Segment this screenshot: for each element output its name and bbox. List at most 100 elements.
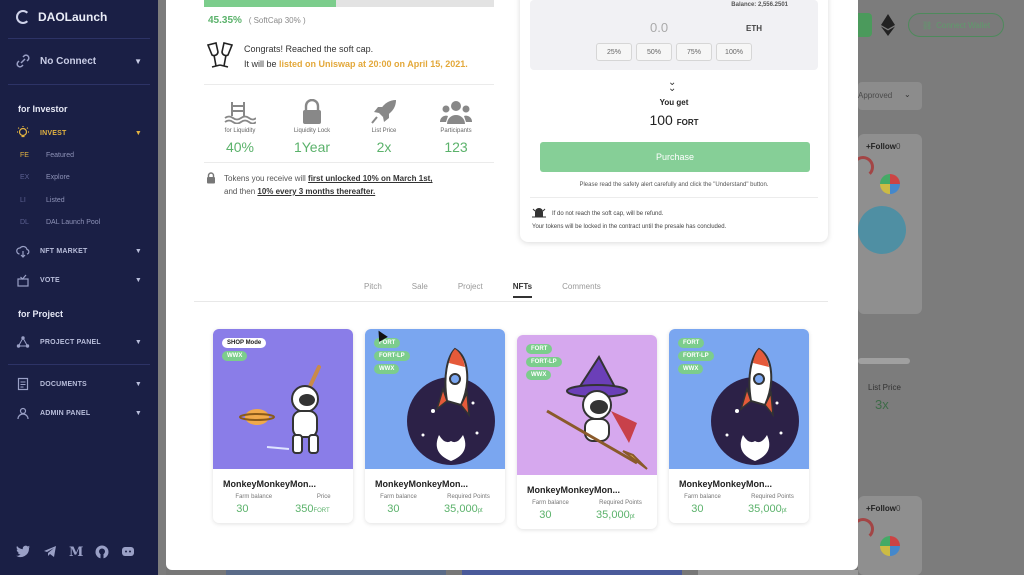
tab-project[interactable]: Project	[458, 282, 483, 298]
background-card-strip	[462, 570, 682, 575]
admin-icon	[16, 406, 30, 420]
list-price-value: 3x	[875, 397, 889, 412]
nft-unit: pt	[781, 508, 787, 514]
cheers-icon	[204, 42, 236, 70]
stat-value: 123	[444, 139, 468, 155]
nft-labels: Farm balance Required Points	[365, 494, 505, 500]
subitem-label: Listed	[46, 197, 65, 204]
progress-percent: 45.35% ( SoftCap 30% )	[208, 15, 306, 26]
link-icon	[16, 54, 30, 68]
nft-card[interactable]: FORT FORT-LP WWX MonkeyMonkeyMon... Farm…	[669, 329, 809, 523]
unlock-recurring: 10% every 3 months thereafter.	[257, 187, 376, 196]
nft-value-b: 35,000	[444, 503, 478, 515]
nft-values: 30 35,000pt	[365, 503, 505, 523]
nft-name: MonkeyMonkeyMon...	[679, 479, 773, 489]
chevron-down-icon: ▼	[134, 56, 142, 66]
project-tabs: Pitch Sale Project NFTs Comments	[364, 282, 601, 298]
nft-label-a: Farm balance	[235, 494, 273, 500]
subitem-abbr: EX	[20, 174, 30, 181]
tab-nfts[interactable]: NFTs	[512, 282, 533, 298]
subitem-label: Explore	[46, 174, 70, 181]
twitter-icon[interactable]	[16, 545, 31, 562]
sidebar-item-documents[interactable]: DOCUMENTS ▼	[16, 377, 142, 391]
sidebar-item-project-panel[interactable]: PROJECT PANEL ▼	[16, 335, 142, 349]
sidebar-item-vote[interactable]: VOTE ▼	[16, 273, 142, 287]
participants-icon	[420, 98, 492, 126]
tab-comments[interactable]: Comments	[562, 282, 601, 298]
stat-list-price: List Price 2x	[348, 98, 420, 155]
stat-value: 40%	[225, 139, 255, 155]
nft-card[interactable]: FORT FORT-LP WWX MonkeyMonkeyMon... Farm…	[365, 329, 505, 523]
amount-input[interactable]: 0.0	[650, 20, 668, 35]
approved-label: Approved	[858, 91, 893, 100]
sidebar-item-invest[interactable]: INVEST ▼	[16, 126, 142, 140]
stat-liquidity-lock: Liquidity Lock 1Year	[276, 98, 348, 155]
percent-100-button[interactable]: 100%	[716, 43, 752, 61]
stat-label: for Liquidity	[224, 128, 256, 134]
sidebar-subitem-listed[interactable]: LI Listed	[20, 197, 65, 204]
nft-unit: FORT	[313, 508, 330, 514]
github-icon[interactable]	[95, 545, 109, 562]
nft-image: SHOP Mode WWX	[213, 329, 353, 469]
ethereum-icon	[881, 14, 895, 41]
follow-count: 0	[896, 504, 901, 513]
background-card-strip	[226, 570, 446, 575]
pie-avatar-icon	[880, 536, 900, 556]
purchase-button[interactable]: Purchase	[540, 142, 810, 172]
sidebar-item-admin-panel[interactable]: ADMIN PANEL ▼	[16, 406, 142, 420]
sidebar-item-nft-market[interactable]: NFT MARKET ▼	[16, 244, 142, 258]
section-project: for Project	[18, 309, 64, 319]
tab-pitch[interactable]: Pitch	[364, 282, 382, 298]
nft-label-a: Farm balance	[380, 494, 417, 500]
lightbulb-icon	[16, 126, 30, 140]
follow-button: +Follow	[866, 142, 896, 151]
percent-25-button[interactable]: 25%	[596, 43, 632, 61]
background-button	[858, 13, 872, 37]
connect-wallet-button[interactable]: ⛓ Connect Wallet	[908, 13, 1004, 37]
divider	[8, 38, 150, 39]
nft-image: FORT FORT-LP WWX	[517, 335, 657, 475]
telegram-icon[interactable]	[43, 545, 57, 562]
nft-labels: Farm balance Required Points	[669, 494, 809, 500]
chevron-down-icon: ▼	[134, 338, 142, 346]
nft-labels: Farm balance Price	[213, 494, 353, 500]
double-chevron-down-icon: ⌄ ⌄	[668, 77, 677, 94]
sidebar-subitem-explore[interactable]: EX Explore	[20, 174, 70, 181]
tab-sale[interactable]: Sale	[412, 282, 428, 298]
link-icon: ⛓	[921, 20, 933, 30]
sidebar-subitem-dal-launch-pool[interactable]: DL DAL Launch Pool	[20, 219, 100, 226]
token-symbol: FORT	[676, 118, 699, 127]
background-progress	[858, 358, 910, 364]
list-price-label: List Price	[868, 383, 901, 392]
nft-card[interactable]: SHOP Mode WWX MonkeyMonkeyMon... Farm ba…	[213, 329, 353, 523]
divider	[530, 197, 818, 198]
nft-value-a: 30	[539, 509, 552, 521]
connect-wallet-label: Connect Wallet	[936, 20, 991, 30]
nft-label-a: Farm balance	[684, 494, 721, 500]
chevron-down-icon: ▼	[134, 129, 142, 137]
connect-selector[interactable]: No Connect ▼	[16, 54, 142, 68]
medium-icon[interactable]: M	[69, 545, 83, 562]
percent-50-button[interactable]: 50%	[636, 43, 672, 61]
social-links: M	[16, 545, 135, 562]
sidebar-subitem-featured[interactable]: FE Featured	[20, 152, 74, 159]
chevron-down-icon: ▼	[134, 409, 142, 417]
nft-value-b: 350	[295, 503, 314, 515]
unlock-first: first unlocked 10% on March 1st,	[308, 174, 433, 183]
network-icon	[16, 335, 30, 349]
sidebar-item-label: VOTE	[40, 276, 60, 284]
discord-icon[interactable]	[121, 545, 135, 562]
astronaut-witch-icon	[546, 355, 648, 470]
stat-liquidity: for Liquidity 40%	[204, 98, 276, 155]
stat-label: Participants	[440, 128, 472, 134]
sidebar-item-label: NFT MARKET	[40, 247, 88, 255]
nft-label-b: Required Points	[751, 494, 794, 500]
brand-logo[interactable]: DAOLaunch	[16, 10, 107, 24]
nft-card[interactable]: FORT FORT-LP WWX MonkeyMonkeyMon... Farm…	[517, 335, 657, 529]
percent-75-button[interactable]: 75%	[676, 43, 712, 61]
vote-icon	[16, 273, 30, 287]
sidebar-item-label: INVEST	[40, 129, 67, 137]
nft-value-a: 30	[691, 503, 704, 515]
nft-values: 30 35,000pt	[517, 509, 657, 529]
lock-icon	[276, 98, 348, 126]
